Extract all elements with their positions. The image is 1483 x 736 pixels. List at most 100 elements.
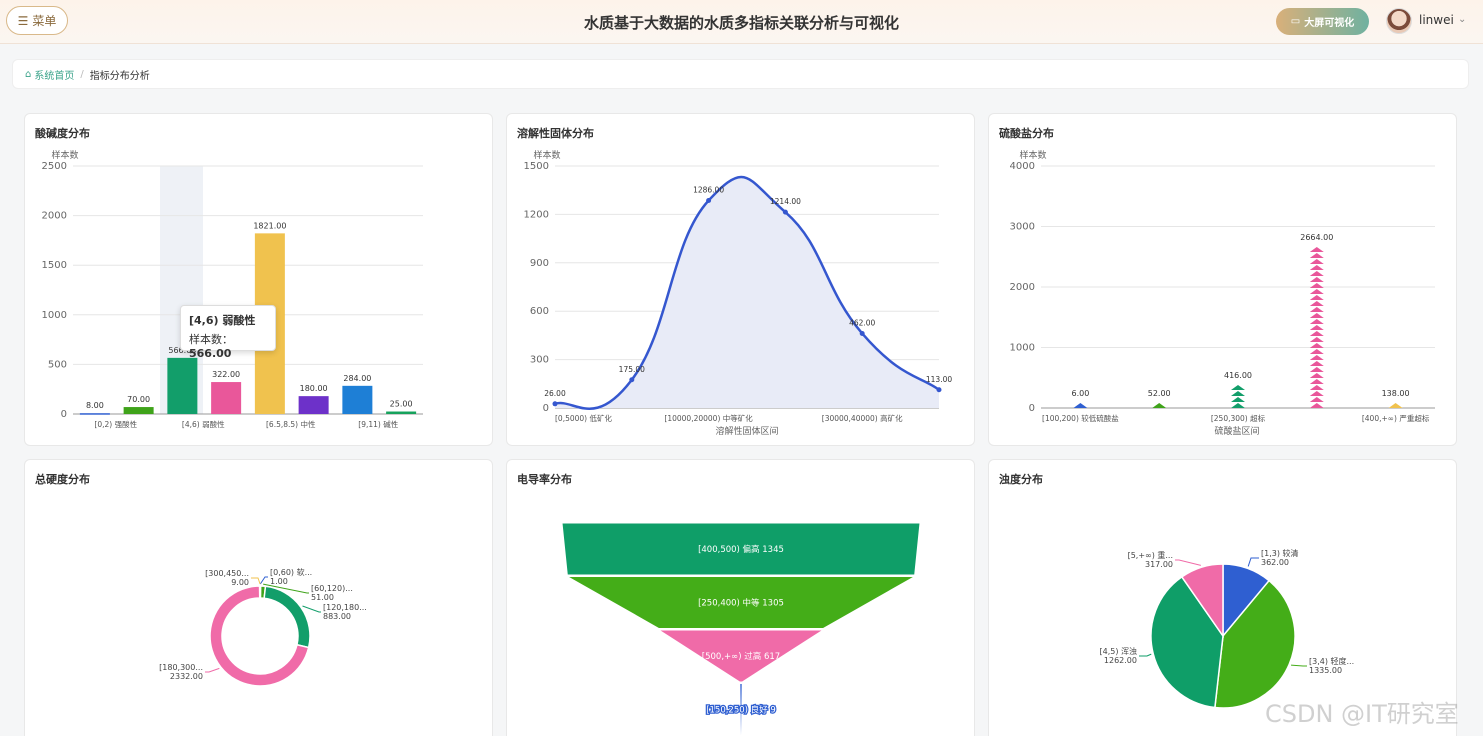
avatar[interactable] [1386,8,1412,34]
tds-y-tick-label: 1200 [524,209,549,220]
sulfate-x-axis-label: 硫酸盐区间 [1214,425,1259,437]
sulfate-y-axis-label: 样本数 [1019,149,1046,161]
breadcrumb-separator: / [80,68,84,80]
conductivity-chart[interactable]: [400,500) 偏高 1345 [250,400) 中等 1305 [500,+… [507,460,975,736]
bigscreen-button-label: 大屏可视化 [1304,18,1355,29]
chart-turbidity-slice-value: 1335.00 [1309,666,1342,675]
ph-data-label: 322.00 [212,370,240,379]
sulfate-bar-symbol [1309,301,1324,306]
ph-y-axis-label: 样本数 [51,149,78,161]
ph-data-label: 180.00 [300,384,328,393]
chart-turbidity-slice-label: [3,4) 轻度... [1309,656,1354,666]
sulfate-bar-symbol [1231,403,1245,408]
sulfate-bar-symbol [1309,397,1324,402]
hardness-chart[interactable]: [0,60) 软...1.00 [60,120)...51.00[120,180.… [25,460,493,736]
tds-y-tick-label: 1500 [524,161,549,172]
bigscreen-button[interactable]: ▭ 大屏可视化 [1276,8,1369,35]
sulfate-chart[interactable]: 0 1000 2000 3000 4000样本数 6.00 52.00 416.00 2664.… [989,114,1457,446]
chart-hardness-slice [258,585,262,599]
ph-y-tick-label: 2500 [42,161,67,172]
hardness-card: 总硬度分布 [0,60) 软... 1.00 [60,120)... 51.00 [12… [24,459,493,736]
tds-y-tick-label: 600 [530,306,549,317]
ph-bar [342,385,373,414]
ph-y-tick-label: 2000 [42,211,67,222]
chart-turbidity-leader-line [1247,557,1259,567]
sulfate-y-tick-label: 3000 [1010,222,1035,233]
ph-data-label: 284.00 [343,374,371,383]
sulfate-data-label: 2664.00 [1300,233,1333,242]
chart-hardness-leader-line [302,605,321,613]
sulfate-bar-symbol [1309,283,1324,288]
ph-x-tick-label: [9,11) 碱性 [358,419,398,429]
sulfate-data-label: 6.00 [1071,389,1089,398]
sulfate-bar-symbol [1231,397,1245,402]
tds-data-label: 1286.00 [693,186,724,195]
breadcrumb-home-label: 系统首页 [34,70,75,82]
sulfate-y-tick-label: 0 [1029,403,1035,414]
ph-chart[interactable]: 0 500 1000 1500 2000 2500样本数 8.00 70.00 566.00 32… [25,114,493,446]
ph-y-tick-label: 1000 [42,310,67,321]
page-title: 水质基于大数据的水质多指标关联分析与可视化 [583,14,899,32]
username[interactable]: linwei [1419,13,1454,27]
sulfate-bar-symbol [1309,343,1324,348]
sulfate-data-label: 416.00 [1224,371,1252,380]
chart-hardness-slice [263,585,311,649]
chevron-down-icon[interactable]: ⌄ [1458,14,1466,25]
chart-turbidity-slice-value: 317.00 [1145,560,1173,569]
ph-data-label: 8.00 [86,401,104,410]
chart-turbidity-slice-value: 362.00 [1261,558,1289,567]
chart-turbidity-slice-label: [4,5) 浑浊 [1099,646,1137,656]
conductivity-stage-label: [400,500) 偏高 1345 [698,544,784,555]
home-icon: ⌂ [25,68,32,80]
sulfate-y-tick-label: 1000 [1010,343,1035,354]
chart-hardness-leader-line [251,577,261,585]
chart-hardness-slice-value: 51.00 [311,593,334,602]
sulfate-bar-symbol [1309,325,1324,330]
sulfate-bar-symbol [1309,313,1324,318]
ph-y-tick-label: 1500 [42,260,67,271]
sulfate-bar-symbol [1309,289,1324,294]
tds-y-tick-label: 0 [543,403,549,414]
sulfate-bar-symbol [1309,331,1324,336]
chart-tooltip: [4,6) 弱酸性 样本数：566.00 [180,305,276,360]
sulfate-bar-symbol [1309,367,1324,372]
breadcrumb-home[interactable]: ⌂ 系统首页 [25,67,74,82]
sulfate-x-tick-label: [100,200) 较低硫酸盐 [1042,413,1119,423]
tds-data-label: 26.00 [544,389,566,398]
tds-chart[interactable]: 0 300 600 900 1200 1500样本数 26.00 175.00 1286.00 1… [507,114,975,446]
sulfate-data-label: 52.00 [1148,389,1171,398]
tds-data-label: 1214.00 [770,197,801,206]
ph-x-tick-label: [0,2) 强酸性 [94,419,137,429]
sulfate-bar-symbol [1309,253,1324,258]
chart-hardness-slice-label: [180,300... [159,663,203,672]
tds-point [552,401,558,407]
sulfate-bar-symbol [1309,403,1324,408]
tooltip-label: 样本数： [189,333,233,346]
chart-hardness-slice-value: 883.00 [323,612,351,621]
ph-data-label: 25.00 [390,400,413,409]
sulfate-bar-symbol [1309,391,1324,396]
tds-point [859,330,865,336]
sulfate-bar-symbol [1309,349,1324,354]
top-header: ☰ 菜单 水质基于大数据的水质多指标关联分析与可视化 ▭ 大屏可视化 linwe… [0,0,1483,44]
tds-x-tick-label: [0,5000) 低矿化 [555,413,612,423]
tds-point [629,377,635,383]
chart-hardness-slice-label: [300,450... [205,569,249,578]
sulfate-data-label: 138.00 [1382,389,1410,398]
sulfate-bar-symbol [1309,265,1324,270]
ph-bar [298,396,329,414]
tds-point [706,198,712,204]
tds-card: 溶解性固体分布 0 300 600 900 1200 1500 样本数 26.00 175.00… [506,113,975,446]
breadcrumb-current: 指标分布分析 [89,70,150,82]
chart-hardness-leader-line [205,667,220,673]
ph-bar [123,407,154,414]
sulfate-bar-symbol [1388,403,1403,408]
tooltip-title: [4,6) 弱酸性 [189,314,256,327]
conductivity-stage-label: [500,+∞) 过高 617 [702,651,780,662]
tds-y-tick-label: 900 [530,258,549,269]
tds-x-axis-label: 溶解性固体区间 [715,425,778,437]
chart-hardness-slice-label: [0,60) 软... [270,567,312,577]
sulfate-bar-symbol [1231,385,1245,390]
chart-turbidity-slice-label: [5,+∞) 重... [1128,550,1173,560]
sulfate-x-tick-label: [250,300) 超标 [1211,413,1266,423]
